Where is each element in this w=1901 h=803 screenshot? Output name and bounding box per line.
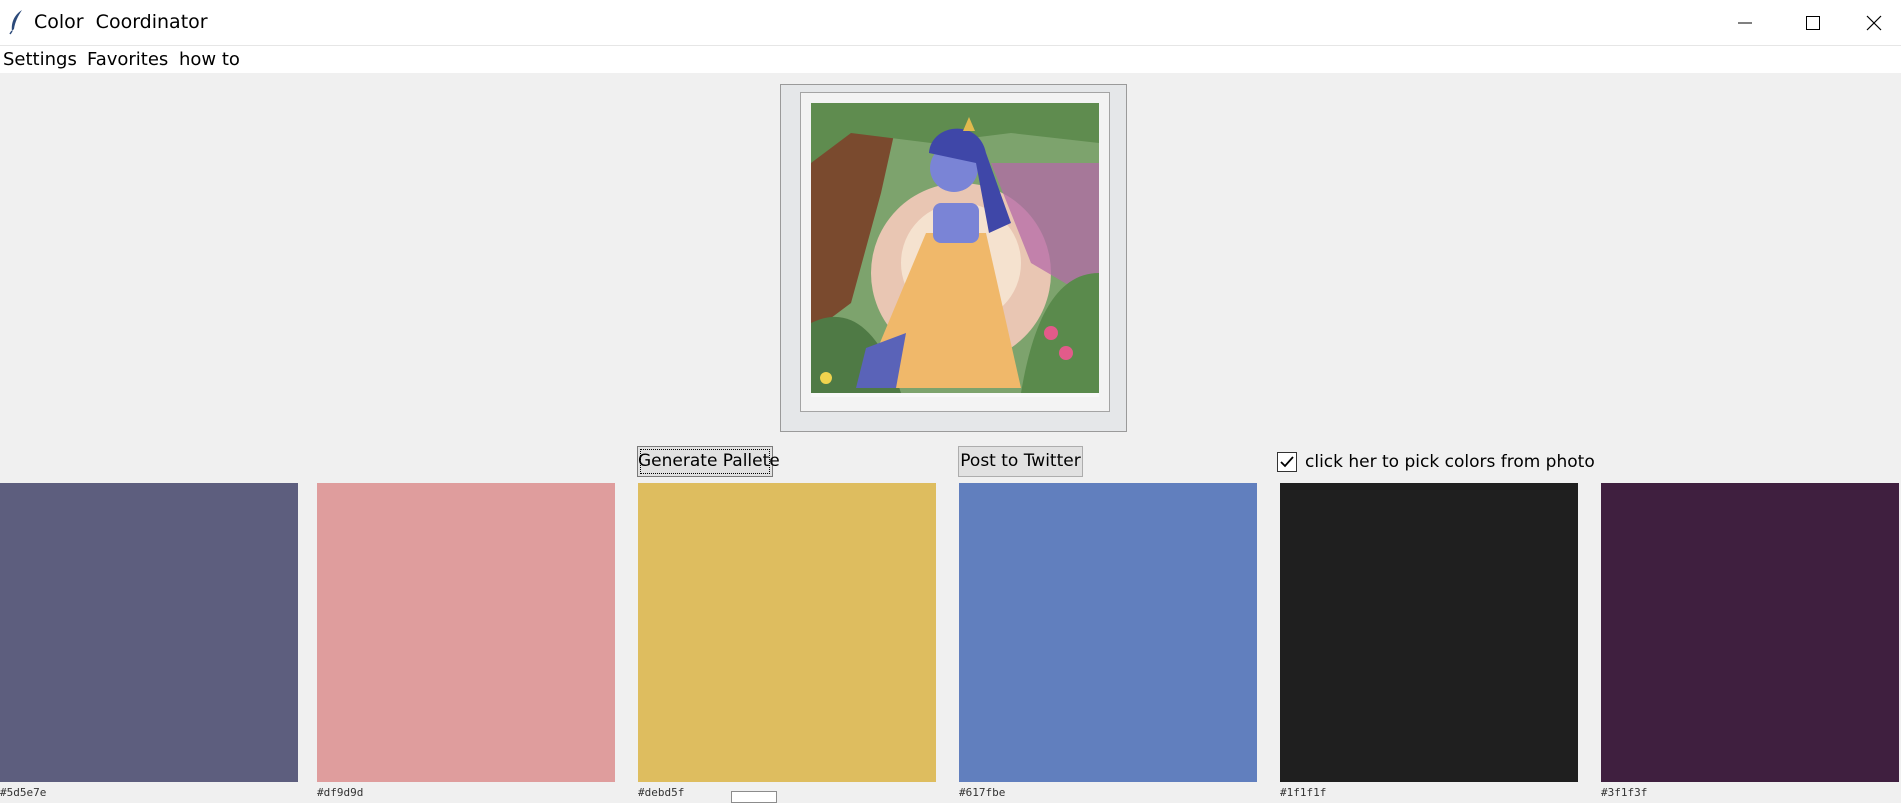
post-to-twitter-button[interactable]: Post to Twitter <box>958 446 1083 477</box>
swatch-hex-label: #debd5f <box>638 786 685 799</box>
swatch-entry-field[interactable] <box>731 791 777 803</box>
color-swatch[interactable] <box>1601 483 1899 782</box>
title-bar: Color Coordinator <box>0 0 1901 46</box>
feather-icon <box>9 10 22 35</box>
swatch-hex-label: #3f1f3f <box>1601 786 1648 799</box>
photo-frame <box>780 84 1127 432</box>
color-swatch[interactable] <box>317 483 615 782</box>
menu-favorites[interactable]: Favorites <box>87 50 168 70</box>
menu-settings[interactable]: Settings <box>3 50 77 70</box>
minimize-button[interactable] <box>1711 0 1779 45</box>
close-icon <box>1866 15 1882 30</box>
generate-palette-button[interactable]: Generate Pallete <box>637 446 780 477</box>
pick-from-photo-option[interactable]: click her to pick colors from photo <box>1277 449 1595 475</box>
color-swatch[interactable] <box>638 483 936 782</box>
color-swatch[interactable] <box>959 483 1257 782</box>
menu-bar: Settings Favorites how to <box>0 46 1901 73</box>
close-button[interactable] <box>1847 0 1901 45</box>
swatch-hex-label: #5d5e7e <box>0 786 47 799</box>
swatch-hex-label: #df9d9d <box>317 786 364 799</box>
photo-mat <box>800 92 1110 412</box>
checkmark-icon <box>1280 456 1294 468</box>
maximize-button[interactable] <box>1779 0 1847 45</box>
minimize-icon <box>1738 22 1752 23</box>
maximize-icon <box>1806 15 1820 30</box>
swatch-hex-label: #617fbe <box>959 786 1006 799</box>
photo-illustration <box>811 103 1099 393</box>
window-title: Color Coordinator <box>34 11 208 33</box>
pick-from-photo-checkbox[interactable] <box>1277 452 1297 472</box>
pick-from-photo-label: click her to pick colors from photo <box>1305 452 1595 472</box>
photo-preview[interactable] <box>811 103 1099 397</box>
color-swatch[interactable] <box>1280 483 1578 782</box>
menu-how-to[interactable]: how to <box>179 50 240 70</box>
swatch-hex-label: #1f1f1f <box>1280 786 1327 799</box>
color-swatch[interactable] <box>0 483 298 782</box>
